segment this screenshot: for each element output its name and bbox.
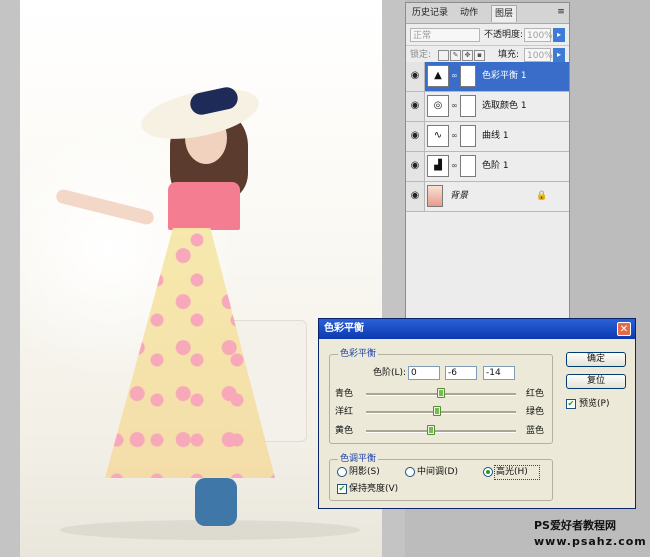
layers-panel: 历史记录 动作 图层 ≡ 正常 不透明度: 100% ▸ 锁定: ✎ ✥ ▪ 填… (405, 2, 570, 322)
eye-icon: ◉ (410, 160, 420, 171)
lock-pixels-icon[interactable]: ✎ (450, 50, 461, 61)
blend-mode-select[interactable]: 正常 (410, 28, 480, 42)
magenta-green-slider-thumb[interactable] (432, 406, 441, 416)
color-balance-group-title: 色彩平衡 (338, 348, 379, 360)
yellow-blue-slider-track[interactable] (366, 430, 516, 433)
levels-field-cyan-red[interactable]: 0 (408, 366, 440, 380)
preview-label[interactable]: 预览(P) (579, 398, 609, 410)
shadows-label[interactable]: 阴影(S) (349, 466, 380, 478)
tone-balance-group: 色调平衡 阴影(S) 中间调(D) 高光(H) ✔ 保持亮度(V) (329, 453, 553, 501)
watermark-title: PS爱好者教程网 (534, 519, 616, 532)
color-balance-group: 色彩平衡 色阶(L): 0 -6 -14 青色 红色 洋红 绿色 黄色 蓝色 (329, 348, 553, 444)
fill-label: 填充: (498, 50, 520, 60)
color-balance-adjustment-icon: ▲ (427, 65, 449, 87)
lock-label: 锁定: (410, 50, 432, 60)
layer-row-selective-color[interactable]: ◉ ◎ ∞ 选取颜色 1 (406, 92, 569, 122)
levels-label: 色阶(L): (373, 368, 407, 378)
shadows-radio[interactable] (337, 467, 347, 477)
midtones-label[interactable]: 中间调(D) (417, 466, 458, 478)
tab-history[interactable]: 历史记录 (409, 5, 451, 21)
opacity-field[interactable]: 100% (524, 28, 553, 42)
levels-field-magenta-green[interactable]: -6 (445, 366, 477, 380)
ok-button[interactable]: 确定 (566, 352, 626, 367)
midtones-radio[interactable] (405, 467, 415, 477)
opacity-label: 不透明度: (484, 30, 524, 40)
fill-field[interactable]: 100% (524, 48, 553, 62)
visibility-toggle[interactable]: ◉ (406, 122, 425, 151)
levels-field-yellow-blue[interactable]: -14 (483, 366, 515, 380)
preserve-luminosity-label[interactable]: 保持亮度(V) (349, 483, 398, 495)
lock-all-icon[interactable]: ▪ (474, 50, 485, 61)
panel-tab-bar: 历史记录 动作 图层 ≡ (406, 3, 569, 24)
visibility-toggle[interactable]: ◉ (406, 182, 425, 211)
background-photo-thumbnail (427, 185, 443, 207)
highlights-radio[interactable] (483, 467, 493, 477)
dialog-title: 色彩平衡 (324, 323, 364, 334)
cyan-label: 青色 (335, 389, 354, 399)
layer-mask-thumbnail[interactable] (460, 95, 476, 117)
slider-thumb-fill (439, 390, 443, 396)
tab-layers[interactable]: 图层 (491, 5, 518, 22)
preview-checkbox[interactable]: ✔ (566, 399, 576, 409)
curves-adjustment-icon: ∿ (427, 125, 449, 147)
watermark-url: www.psahz.com (534, 535, 647, 548)
chain-link-icon[interactable]: ∞ (451, 161, 458, 170)
opacity-arrow-icon[interactable]: ▸ (553, 28, 565, 42)
chain-link-icon[interactable]: ∞ (451, 101, 458, 110)
layer-row-levels[interactable]: ◉ ▟ ∞ 色阶 1 (406, 152, 569, 182)
layer-mask-thumbnail[interactable] (460, 65, 476, 87)
selective-color-adjustment-icon: ◎ (427, 95, 449, 117)
preserve-luminosity-checkbox[interactable]: ✔ (337, 484, 347, 494)
layer-row-color-balance[interactable]: ◉ ▲ ∞ 色彩平衡 1 (406, 62, 569, 92)
layer-name: 背景 (450, 191, 469, 201)
close-icon[interactable]: ✕ (617, 322, 631, 336)
lock-transparency-icon[interactable] (438, 50, 449, 61)
panel-menu-icon[interactable]: ≡ (556, 7, 566, 17)
color-balance-dialog: 色彩平衡 ✕ 色彩平衡 色阶(L): 0 -6 -14 青色 红色 洋红 绿色 … (318, 318, 636, 509)
layer-list-empty-area (406, 213, 569, 321)
blue-label: 蓝色 (526, 426, 545, 436)
layer-mask-thumbnail[interactable] (460, 125, 476, 147)
chain-link-icon[interactable]: ∞ (451, 71, 458, 80)
site-watermark: PS爱好者教程网 www.psahz.com (534, 518, 647, 550)
layer-row-curves[interactable]: ◉ ∿ ∞ 曲线 1 (406, 122, 569, 152)
visibility-toggle[interactable]: ◉ (406, 62, 425, 91)
photo-dress-top (168, 182, 240, 230)
yellow-blue-slider-thumb[interactable] (426, 425, 435, 435)
layer-row-background[interactable]: ◉ 背景 🔒 (406, 182, 569, 212)
layer-name: 色阶 1 (482, 161, 509, 171)
layer-mask-thumbnail[interactable] (460, 155, 476, 177)
dialog-titlebar[interactable]: 色彩平衡 ✕ (319, 319, 635, 339)
fill-arrow-icon[interactable]: ▸ (553, 48, 565, 62)
eye-icon: ◉ (410, 70, 420, 81)
eye-icon: ◉ (410, 130, 420, 141)
chain-link-icon[interactable]: ∞ (451, 131, 458, 140)
cyan-red-slider-thumb[interactable] (437, 388, 445, 398)
lock-icon: 🔒 (536, 191, 548, 201)
eye-icon: ◉ (410, 100, 420, 111)
reset-button[interactable]: 复位 (566, 374, 626, 389)
eye-icon: ◉ (410, 190, 420, 201)
tone-balance-group-title: 色调平衡 (338, 453, 379, 465)
highlights-label[interactable]: 高光(H) (496, 466, 528, 478)
red-label: 红色 (526, 389, 545, 399)
photo-shoe (195, 478, 237, 526)
layer-name: 色彩平衡 1 (482, 71, 527, 81)
lock-position-icon[interactable]: ✥ (462, 50, 473, 61)
green-label: 绿色 (526, 407, 545, 417)
levels-adjustment-icon: ▟ (427, 155, 449, 177)
visibility-toggle[interactable]: ◉ (406, 152, 425, 181)
yellow-label: 黄色 (335, 426, 354, 436)
layer-name: 曲线 1 (482, 131, 509, 141)
slider-thumb-fill (428, 427, 433, 433)
visibility-toggle[interactable]: ◉ (406, 92, 425, 121)
magenta-green-slider-track[interactable] (366, 411, 516, 414)
magenta-label: 洋红 (335, 407, 354, 417)
slider-thumb-fill (434, 408, 439, 414)
blend-row: 正常 不透明度: 100% ▸ (406, 25, 569, 46)
tab-actions[interactable]: 动作 (457, 5, 481, 21)
layer-name: 选取颜色 1 (482, 101, 527, 111)
